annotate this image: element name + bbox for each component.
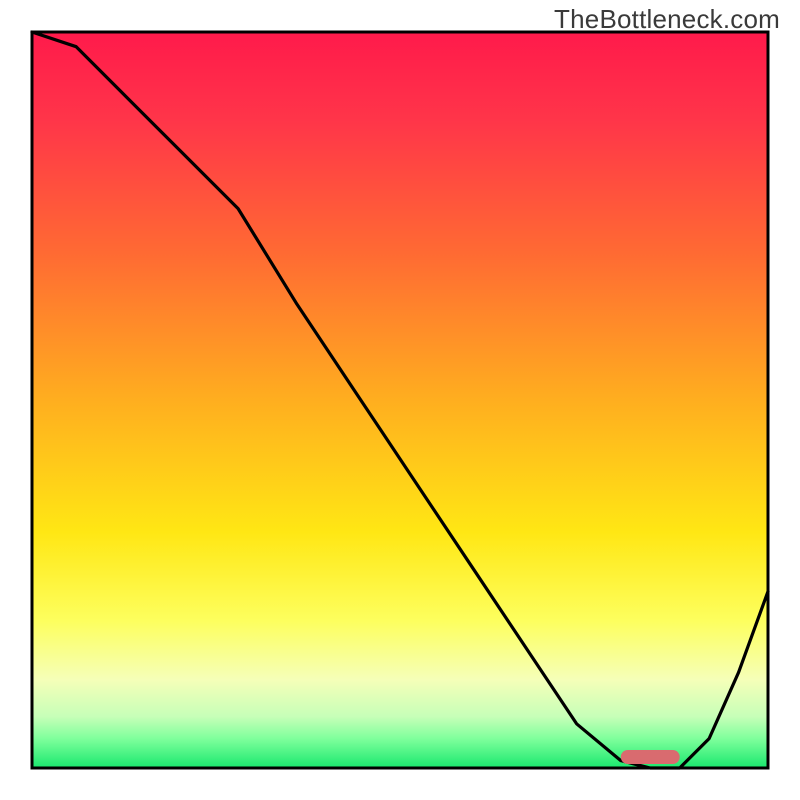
plot-gradient-area: [32, 32, 768, 768]
chart-container: TheBottleneck.com: [0, 0, 800, 800]
bottleneck-chart: [0, 0, 800, 800]
optimal-zone-marker: [621, 750, 680, 764]
watermark-text: TheBottleneck.com: [554, 4, 780, 35]
